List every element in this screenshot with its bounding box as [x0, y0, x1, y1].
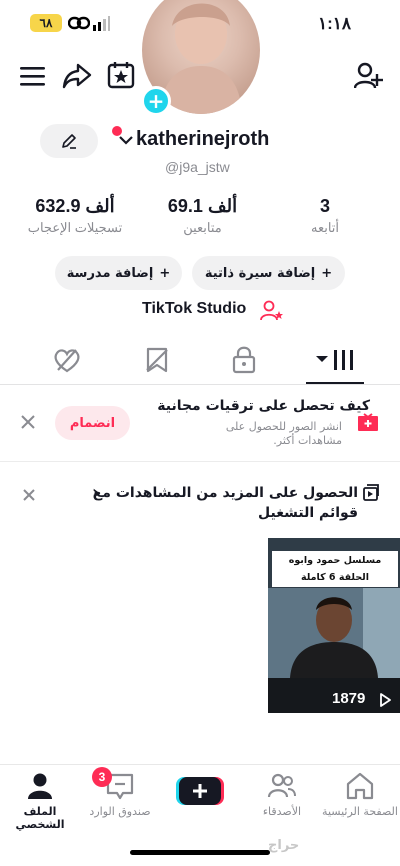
- tab-private[interactable]: [230, 344, 258, 374]
- video-caption: مسلسل حمود وابوه الحلقة 6 كاملة: [272, 551, 398, 587]
- add-bio-label: إضافة سيرة ذاتية: [204, 265, 316, 281]
- favorites-icon[interactable]: [106, 60, 136, 90]
- followers-count: 69.1 ألف: [167, 196, 238, 216]
- stat-following[interactable]: 3 أتابعه: [275, 196, 375, 236]
- home-icon: [346, 772, 374, 800]
- divider: [0, 461, 400, 462]
- video-thumbnail[interactable]: مسلسل حمود وابوه الحلقة 6 كاملة 1879: [268, 538, 400, 713]
- add-bio-button[interactable]: إضافة سيرة ذاتية +: [192, 256, 345, 290]
- grid-icon: [316, 350, 353, 370]
- add-school-label: إضافة مدرسة: [66, 265, 154, 281]
- pencil-icon: [62, 134, 76, 149]
- friends-icon: [267, 773, 296, 798]
- promo-title: كيف تحصل على ترقيات مجانية: [157, 398, 370, 414]
- tabs-divider: [0, 384, 400, 385]
- plus-icon: +: [321, 265, 333, 281]
- playlist-banner-text[interactable]: الحصول على المزيد من المشاهدات مع قوائم …: [58, 483, 358, 523]
- link-icon: [68, 14, 90, 32]
- heart-hidden-icon: [54, 349, 80, 373]
- add-school-button[interactable]: إضافة مدرسة +: [55, 256, 182, 290]
- edit-profile-button[interactable]: [40, 124, 98, 158]
- following-label: أتابعه: [310, 220, 340, 235]
- close-promo-icon[interactable]: [20, 414, 36, 430]
- video-view-count: 1879: [332, 690, 366, 707]
- promo-plus-icon: [356, 412, 380, 434]
- nav-inbox-label: صندوق الوارد: [89, 805, 151, 818]
- likes-count: 632.9 ألف: [35, 196, 115, 216]
- nav-friends[interactable]: الأصدقاء: [242, 771, 322, 818]
- following-count: 3: [319, 196, 330, 216]
- play-icon: [380, 693, 391, 707]
- nav-home-label: الصفحة الرئيسية: [322, 805, 398, 818]
- tab-liked[interactable]: [52, 346, 82, 374]
- lock-icon: [232, 346, 256, 374]
- nav-profile[interactable]: الملف الشخصي: [0, 771, 80, 831]
- stat-followers[interactable]: 69.1 ألف متابعين: [140, 196, 265, 236]
- studio-person-star-icon: [260, 300, 284, 322]
- inbox-badge: 3: [92, 767, 112, 787]
- playlist-icon: [362, 484, 380, 502]
- nav-profile-label: الملف الشخصي: [15, 805, 65, 831]
- close-playlist-banner-icon[interactable]: [22, 488, 36, 502]
- nav-friends-label: الأصدقاء: [262, 805, 302, 818]
- add-avatar-icon[interactable]: +: [141, 86, 171, 116]
- signal-icon: [92, 14, 110, 32]
- bookmark-hidden-icon: [146, 347, 168, 373]
- add-friend-icon[interactable]: [354, 62, 384, 90]
- stat-likes[interactable]: 632.9 ألف تسجيلات الإعجاب: [10, 196, 140, 236]
- likes-label: تسجيلات الإعجاب: [27, 220, 123, 235]
- profile-icon: [28, 773, 52, 799]
- plus-icon: +: [159, 265, 171, 281]
- nav-home[interactable]: الصفحة الرئيسية: [320, 771, 400, 818]
- join-button[interactable]: انضمام: [55, 406, 130, 440]
- menu-icon[interactable]: [20, 64, 46, 88]
- tiktok-studio-link[interactable]: TikTok Studio: [142, 300, 246, 318]
- share-icon[interactable]: [62, 62, 92, 90]
- tab-videos[interactable]: [314, 348, 356, 372]
- username[interactable]: katherinejroth: [136, 128, 269, 151]
- home-indicator: [130, 850, 270, 855]
- promo-subtitle: انشر الصور للحصول على مشاهدات أكثر.: [225, 420, 342, 447]
- chevron-down-icon[interactable]: [118, 134, 134, 146]
- nav-create[interactable]: [160, 775, 240, 807]
- watermark: حراج: [268, 838, 300, 853]
- battery-indicator: ٦٨: [30, 14, 62, 32]
- followers-label: متابعين: [183, 220, 222, 235]
- create-plus-icon: [176, 777, 224, 805]
- user-handle: @j9a_jstw: [165, 159, 230, 175]
- status-time: ١:١٨: [318, 14, 352, 33]
- tab-favorites[interactable]: [142, 346, 172, 374]
